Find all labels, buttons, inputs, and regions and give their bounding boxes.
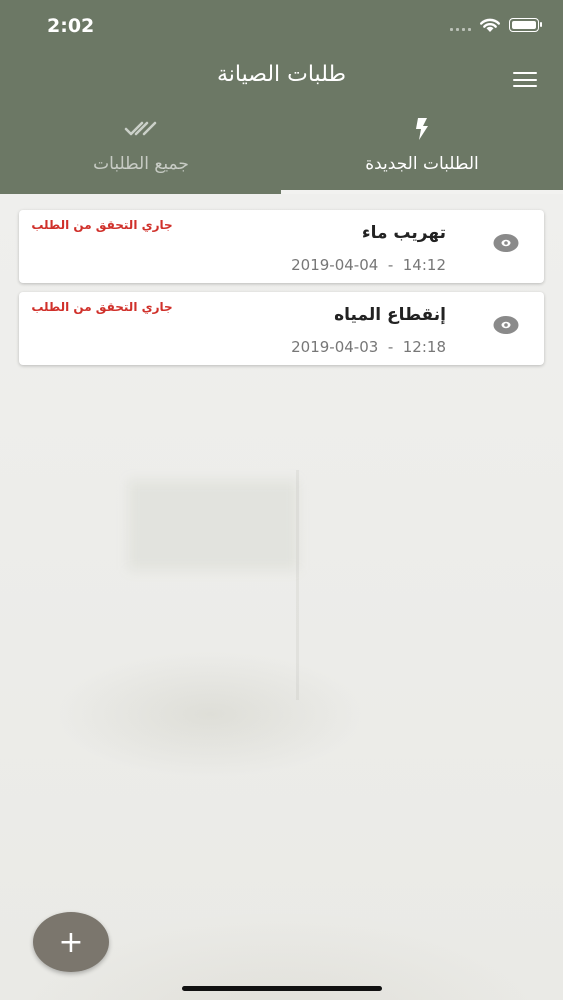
status-time: 2:02	[47, 15, 95, 37]
app-bar: 2:02 طلبات الصيانة الطلبات الجديدة جميع …	[0, 0, 563, 194]
tab-active-indicator	[281, 190, 563, 194]
eye-icon[interactable]	[493, 233, 519, 253]
request-datetime: 2019-04-03 - 12:18	[291, 338, 446, 356]
double-check-icon	[124, 121, 157, 136]
request-status: جاري التحقق من الطلب	[31, 300, 173, 314]
request-card[interactable]: تهريب ماء 2019-04-04 - 14:12 جاري التحقق…	[19, 210, 544, 283]
request-title: إنقطاع المياه	[334, 305, 446, 325]
tab-new-requests-label: الطلبات الجديدة	[365, 154, 479, 174]
request-title: تهريب ماء	[361, 223, 446, 243]
page-title: طلبات الصيانة	[217, 62, 346, 87]
background-flagpole	[296, 470, 299, 700]
tab-new-requests[interactable]: الطلبات الجديدة	[281, 112, 563, 194]
status-icons	[450, 17, 542, 33]
requests-list: تهريب ماء 2019-04-04 - 14:12 جاري التحقق…	[19, 210, 544, 374]
bolt-icon	[416, 118, 428, 140]
request-status: جاري التحقق من الطلب	[31, 218, 173, 232]
wifi-icon	[480, 18, 500, 32]
menu-icon	[513, 72, 537, 74]
battery-icon	[509, 18, 542, 32]
eye-icon[interactable]	[493, 315, 519, 335]
background-flag	[128, 480, 298, 570]
tab-all-requests[interactable]: جميع الطلبات	[0, 112, 282, 194]
cellular-signal-icon	[450, 19, 471, 31]
tab-all-requests-label: جميع الطلبات	[93, 154, 189, 174]
home-indicator	[182, 986, 382, 991]
request-card[interactable]: إنقطاع المياه 2019-04-03 - 12:18 جاري ال…	[19, 292, 544, 365]
add-request-button[interactable]: +	[33, 912, 109, 972]
request-datetime: 2019-04-04 - 14:12	[291, 256, 446, 274]
menu-button[interactable]	[513, 72, 537, 88]
